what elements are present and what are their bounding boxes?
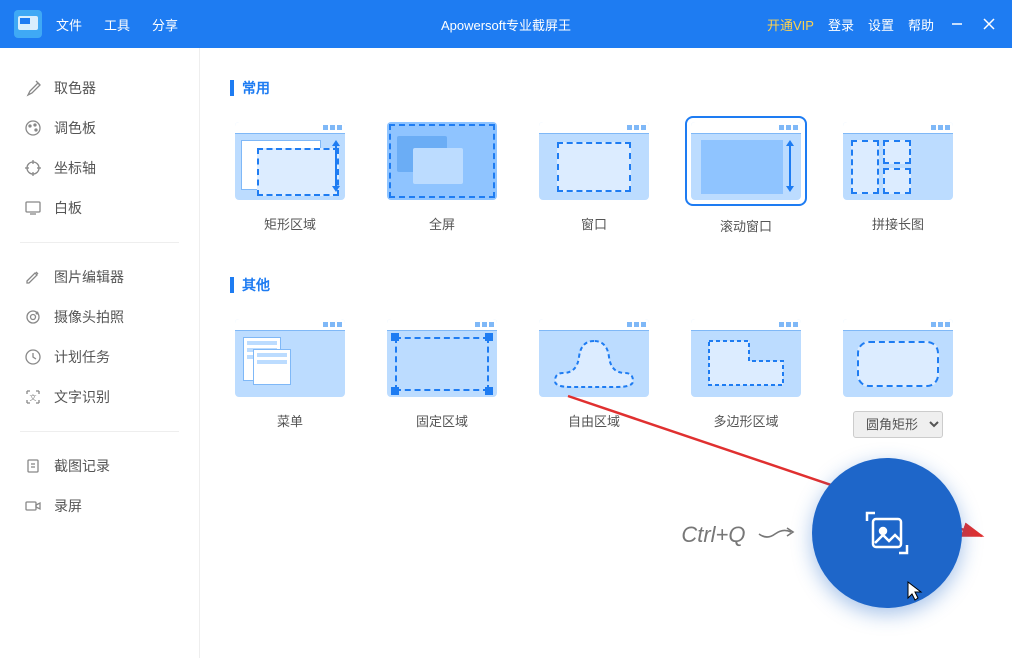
sidebar-divider [20, 431, 179, 432]
capture-icon [855, 501, 919, 565]
sidebar: 取色器 调色板 坐标轴 白板 图片编辑器 摄像头拍照 [0, 48, 200, 658]
mode-label: 拼接长图 [872, 214, 924, 233]
sidebar-divider [20, 242, 179, 243]
record-icon [24, 497, 42, 515]
capture-fab[interactable] [812, 458, 962, 608]
mode-menu[interactable]: 菜单 [230, 313, 350, 438]
mode-window[interactable]: 窗口 [534, 116, 654, 235]
section-common-title: 常用 [230, 78, 982, 98]
sidebar-item-label: 录屏 [54, 496, 82, 516]
mode-label: 固定区域 [416, 411, 468, 430]
mode-shape[interactable]: 圆角矩形 [838, 313, 958, 438]
clock-icon [24, 348, 42, 366]
menu-share[interactable]: 分享 [152, 15, 178, 34]
close-icon[interactable] [980, 15, 998, 33]
svg-text:文: 文 [30, 393, 37, 402]
ocr-icon: 文 [24, 388, 42, 406]
sidebar-item-whiteboard[interactable]: 白板 [0, 188, 199, 228]
mode-fixed[interactable]: 固定区域 [382, 313, 502, 438]
mode-label: 窗口 [581, 214, 607, 233]
history-icon [24, 457, 42, 475]
help-link[interactable]: 帮助 [908, 15, 934, 34]
sidebar-item-label: 取色器 [54, 78, 96, 98]
mode-label: 菜单 [277, 411, 303, 430]
menu-tools[interactable]: 工具 [104, 15, 130, 34]
mode-label: 自由区域 [568, 411, 620, 430]
eyedropper-icon [24, 79, 42, 97]
modes-other: 菜单 固定区域 自由区域 [230, 313, 982, 438]
sidebar-item-palette[interactable]: 调色板 [0, 108, 199, 148]
mode-label: 滚动窗口 [720, 216, 772, 235]
shape-select[interactable]: 圆角矩形 [853, 411, 943, 438]
sidebar-item-label: 截图记录 [54, 456, 110, 476]
sidebar-item-camera[interactable]: 摄像头拍照 [0, 297, 199, 337]
mode-polygon[interactable]: 多边形区域 [686, 313, 806, 438]
settings-link[interactable]: 设置 [868, 15, 894, 34]
mode-fullscreen[interactable]: 全屏 [382, 116, 502, 235]
main-content: 常用 矩形区域 全屏 [200, 48, 1012, 658]
mode-freeform[interactable]: 自由区域 [534, 313, 654, 438]
sidebar-item-crosshair[interactable]: 坐标轴 [0, 148, 199, 188]
minimize-icon[interactable] [948, 15, 966, 33]
sidebar-item-label: 文字识别 [54, 387, 110, 407]
menu-file[interactable]: 文件 [56, 15, 82, 34]
section-other-title: 其他 [230, 275, 982, 295]
titlebar-right: 开通VIP 登录 设置 帮助 [767, 15, 1012, 34]
vip-link[interactable]: 开通VIP [767, 15, 814, 34]
edit-icon [24, 268, 42, 286]
mode-label: 多边形区域 [713, 411, 778, 430]
app-logo-icon [14, 10, 42, 38]
sidebar-item-label: 调色板 [54, 118, 96, 138]
login-link[interactable]: 登录 [828, 15, 854, 34]
mode-rectangle[interactable]: 矩形区域 [230, 116, 350, 235]
sidebar-item-eyedropper[interactable]: 取色器 [0, 68, 199, 108]
sidebar-item-record[interactable]: 录屏 [0, 486, 199, 526]
mode-scrolling-window[interactable]: 滚动窗口 [686, 116, 806, 235]
shortcut-hint: Ctrl+Q [681, 520, 797, 548]
sidebar-item-history[interactable]: 截图记录 [0, 446, 199, 486]
sidebar-item-label: 白板 [54, 198, 82, 218]
main-menu: 文件 工具 分享 [56, 15, 178, 34]
sidebar-item-editor[interactable]: 图片编辑器 [0, 257, 199, 297]
app-window: 文件 工具 分享 Apowersoft专业截屏王 开通VIP 登录 设置 帮助 … [0, 0, 1012, 658]
sidebar-item-ocr[interactable]: 文 文字识别 [0, 377, 199, 417]
mode-stitch[interactable]: 拼接长图 [838, 116, 958, 235]
modes-common: 矩形区域 全屏 窗口 [230, 116, 982, 235]
sidebar-item-label: 摄像头拍照 [54, 307, 124, 327]
mode-label: 矩形区域 [264, 214, 316, 233]
palette-icon [24, 119, 42, 137]
app-title: Apowersoft专业截屏王 [441, 15, 571, 34]
sidebar-item-label: 坐标轴 [54, 158, 96, 178]
sidebar-item-label: 图片编辑器 [54, 267, 124, 287]
whiteboard-icon [24, 199, 42, 217]
mode-label: 全屏 [429, 214, 455, 233]
crosshair-icon [24, 159, 42, 177]
camera-icon [24, 308, 42, 326]
titlebar: 文件 工具 分享 Apowersoft专业截屏王 开通VIP 登录 设置 帮助 [0, 0, 1012, 48]
sidebar-item-label: 计划任务 [54, 347, 110, 367]
sidebar-item-schedule[interactable]: 计划任务 [0, 337, 199, 377]
curly-arrow-icon [757, 520, 797, 542]
